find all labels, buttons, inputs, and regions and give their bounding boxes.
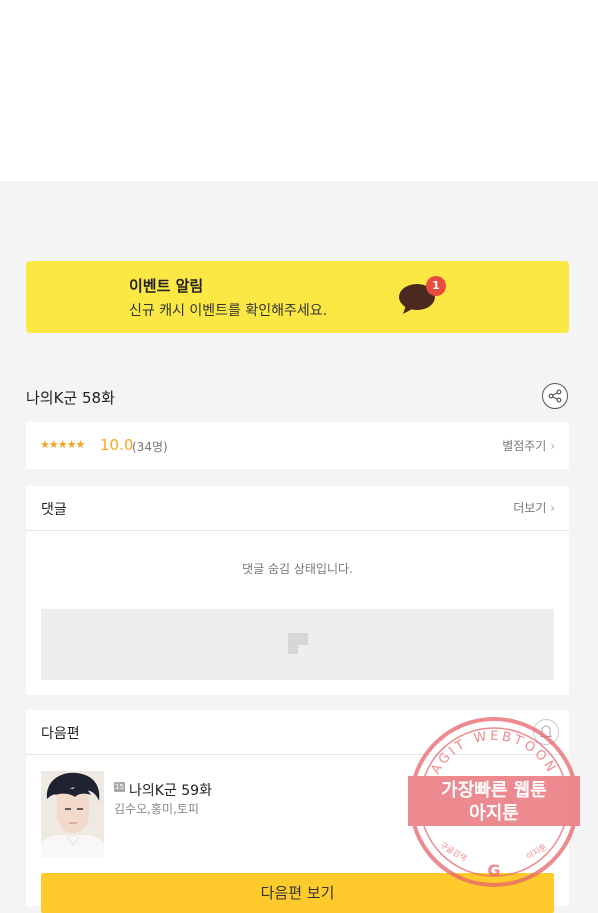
share-button[interactable]: [542, 383, 568, 409]
watermark-bottom-left: 구글검색: [438, 840, 469, 863]
character-portrait-image: [41, 771, 104, 858]
rating-card: ★★★★★ 10.0 (34명) 별점주기 ›: [26, 422, 569, 469]
comments-hidden-message: 댓글 숨김 상태입니다.: [242, 562, 353, 576]
notification-badge: 1: [426, 276, 446, 296]
share-icon: [548, 389, 562, 403]
episode-title: 나의K군 58화: [26, 389, 115, 407]
event-description: 신규 캐시 이벤트를 확인해주세요.: [129, 303, 328, 319]
google-g-icon: G: [487, 861, 500, 880]
event-banner[interactable]: 이벤트 알림 신규 캐시 이벤트를 확인해주세요. 1: [26, 261, 569, 333]
watermark-line2: 아지툰: [469, 803, 519, 824]
ad-logo-icon: [288, 633, 308, 654]
more-label: 더보기: [513, 501, 547, 515]
next-episode-title[interactable]: 나의K군 59화: [129, 780, 212, 800]
svg-text:AGIT WEBTOON: AGIT WEBTOON: [428, 729, 559, 777]
rating-stars: ★★★★★: [40, 438, 85, 451]
rate-button-label: 별점주기: [502, 439, 547, 453]
content-area-top: [0, 0, 598, 181]
comments-more-button[interactable]: 더보기 ›: [513, 499, 555, 516]
rate-button[interactable]: 별점주기 ›: [502, 437, 555, 454]
next-episode-thumbnail[interactable]: [41, 771, 104, 858]
comments-header: 댓글 더보기 ›: [26, 486, 569, 531]
watermark-ring-text: AGIT WEBTOON: [428, 729, 556, 777]
next-episode-authors: 김수오,홍미,토피: [114, 802, 199, 816]
event-title: 이벤트 알림: [129, 277, 204, 295]
watermark-line1: 가장빠른 웹툰: [441, 780, 547, 801]
next-heading: 다음편: [41, 726, 80, 742]
rating-score: 10.0: [100, 436, 134, 454]
chevron-right-icon: ›: [550, 501, 555, 515]
chevron-right-icon: ›: [550, 439, 555, 453]
comments-card: 댓글 더보기 › 댓글 숨김 상태입니다.: [26, 486, 569, 695]
ad-placeholder[interactable]: [41, 609, 554, 680]
watermark-bottom-right: 아지툰: [524, 842, 548, 862]
comments-heading: 댓글: [41, 502, 67, 518]
rating-count: (34명): [132, 440, 168, 454]
agit-webtoon-watermark: AGIT WEBTOON 가장빠른 웹툰 아지툰 구글검색 아지툰 G: [408, 717, 580, 887]
age-rating-badge: 15: [114, 782, 125, 792]
